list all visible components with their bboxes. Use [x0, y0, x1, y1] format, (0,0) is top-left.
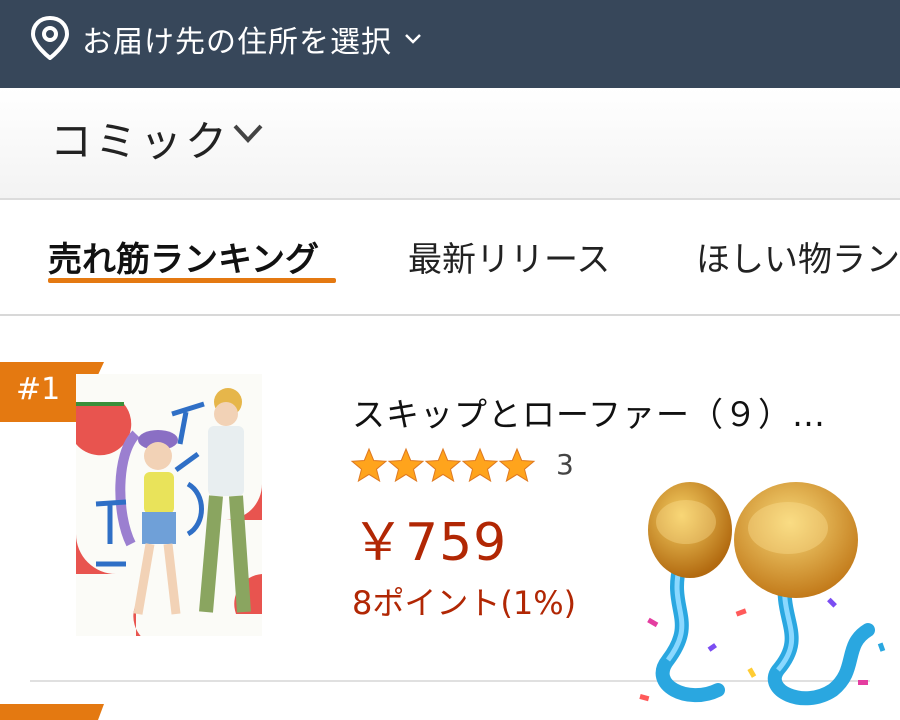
star-rating — [350, 447, 536, 483]
ranking-tabs: 売れ筋ランキング 最新リリース ほしい物ランキング — [0, 200, 900, 316]
rank-badge — [0, 704, 104, 720]
delivery-address-bar[interactable]: お届け先の住所を選択 — [0, 0, 900, 88]
review-count[interactable]: 3 — [556, 448, 574, 481]
active-tab-indicator — [48, 278, 336, 283]
category-label: コミック — [50, 117, 231, 166]
tab-best-sellers[interactable]: 売れ筋ランキング — [48, 232, 319, 281]
tab-new-releases[interactable]: 最新リリース — [408, 232, 610, 281]
product-cover-image[interactable] — [76, 374, 262, 636]
star-icon — [461, 447, 499, 483]
category-selector[interactable]: コミック — [0, 88, 900, 200]
product-price: ￥759 — [352, 513, 508, 573]
star-icon — [387, 447, 425, 483]
product-points: 8ポイント(1%) — [352, 584, 577, 622]
tab-most-wished[interactable]: ほしい物ランキング — [696, 232, 900, 281]
rank-number: #1 — [16, 372, 61, 407]
chevron-down-icon — [233, 124, 263, 143]
location-pin-icon — [30, 16, 70, 60]
star-icon — [424, 447, 462, 483]
delivery-address-label: お届け先の住所を選択 — [82, 25, 392, 60]
mushroom-confetti-sticker — [639, 482, 886, 706]
star-icon — [498, 447, 536, 483]
star-icon — [350, 447, 388, 483]
product-title[interactable]: スキップとローファー（９）… — [352, 388, 826, 436]
chevron-down-icon — [405, 34, 421, 44]
